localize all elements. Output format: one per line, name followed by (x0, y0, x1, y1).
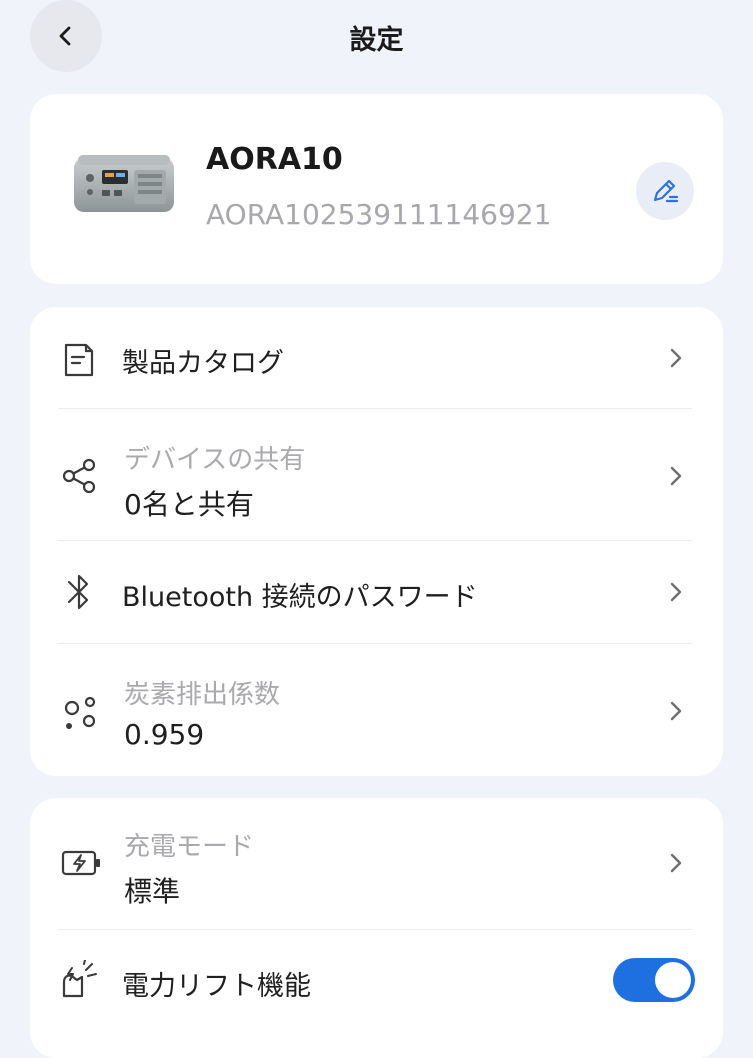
mode-card: 充電モード 標準 電力リフト機能 (30, 798, 723, 1058)
particles-icon (64, 696, 96, 729)
toggle-knob (655, 962, 691, 998)
device-name: AORA10 (206, 142, 343, 177)
power-lift-icon (62, 960, 97, 998)
power-station-image (74, 155, 174, 212)
share-icon (62, 458, 96, 494)
chevron-right-icon (670, 701, 682, 721)
chevron-right-icon (670, 853, 682, 873)
bluetooth-icon (67, 574, 89, 610)
document-icon (64, 343, 94, 377)
chevron-right-icon (670, 348, 682, 368)
battery-charging-icon (61, 850, 100, 876)
settings-card: 製品カタログ デバイスの共有 0名と共有 Bluetooth 接続のパスワード (30, 307, 723, 776)
device-serial: AORA102539111146921 (206, 198, 552, 231)
catalog-label: 製品カタログ (122, 348, 284, 379)
chevron-right-icon (670, 582, 682, 602)
share-row[interactable]: デバイスの共有 0名と共有 (30, 409, 723, 540)
power-lift-label: 電力リフト機能 (122, 971, 311, 1002)
chevron-right-icon (670, 466, 682, 486)
pencil-icon (653, 179, 679, 203)
bluetooth-label: Bluetooth 接続のパスワード (122, 582, 478, 613)
device-card: AORA10 AORA102539111146921 (30, 94, 723, 284)
power-lift-toggle[interactable] (613, 958, 695, 1002)
share-value: 0名と共有 (124, 488, 254, 521)
charge-mode-row[interactable]: 充電モード 標準 (30, 798, 723, 929)
charge-mode-label: 充電モード (124, 832, 255, 862)
bluetooth-row[interactable]: Bluetooth 接続のパスワード (30, 541, 723, 643)
page-title: 設定 (349, 25, 404, 56)
catalog-row[interactable]: 製品カタログ (30, 307, 723, 409)
carbon-row[interactable]: 炭素排出係数 0.959 (30, 644, 723, 776)
share-label: デバイスの共有 (124, 445, 306, 475)
edit-name-button[interactable] (636, 162, 694, 220)
header: 設定 (0, 0, 753, 80)
carbon-label: 炭素排出係数 (124, 680, 281, 710)
carbon-value: 0.959 (124, 718, 205, 751)
charge-mode-value: 標準 (124, 875, 181, 908)
